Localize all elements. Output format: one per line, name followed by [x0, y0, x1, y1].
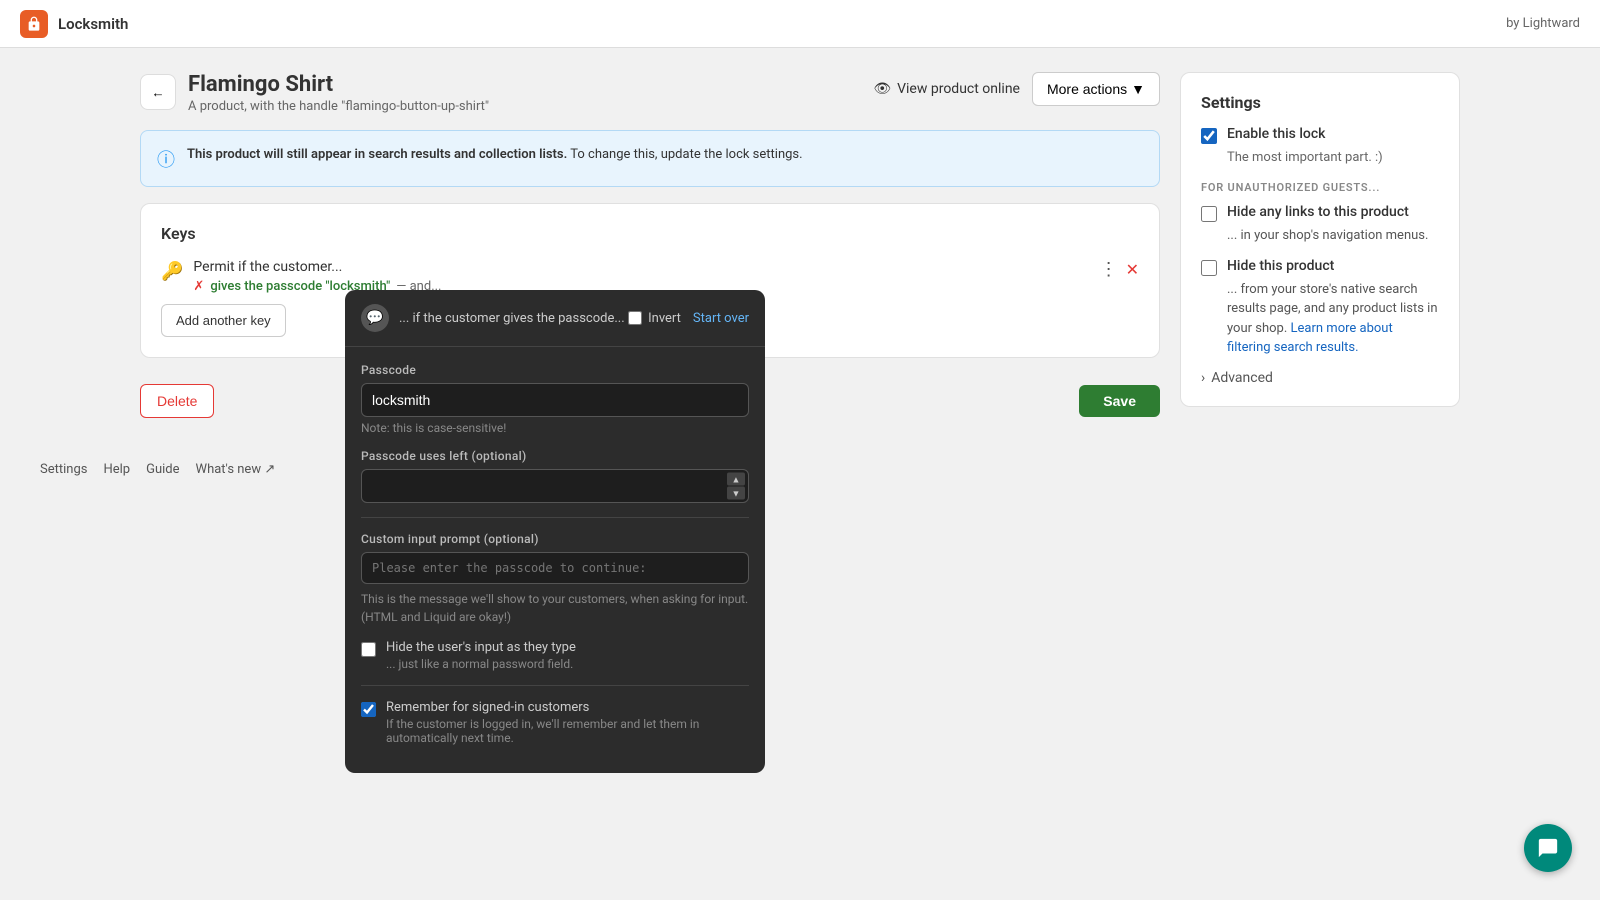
page-header: ← Flamingo Shirt A product, with the han… [140, 72, 1160, 114]
key-icon: 🔑 [161, 261, 183, 282]
popup-condition-text: ... if the customer gives the passcode..… [399, 311, 625, 326]
add-key-button[interactable]: Add another key [161, 304, 286, 337]
prompt-field-label: Custom input prompt (optional) [361, 532, 749, 546]
eye-icon: 👁 [873, 81, 891, 97]
hide-product-sub: ... from your store's native search resu… [1227, 280, 1439, 358]
enable-lock-label: Enable this lock [1227, 126, 1325, 142]
left-column: ← Flamingo Shirt A product, with the han… [140, 72, 1160, 418]
remember-checkbox[interactable] [361, 702, 376, 717]
prompt-desc: This is the message we'll show to your c… [361, 590, 749, 626]
lock-icon [26, 16, 42, 32]
chat-button[interactable] [1524, 824, 1572, 872]
footer: Settings Help Guide What's new ↗ [0, 442, 1600, 497]
hide-input-sublabel: ... just like a normal password field. [386, 657, 576, 671]
spinner-buttons: ▲ ▼ [727, 473, 745, 500]
page-header-right: 👁 View product online More actions ▼ [873, 72, 1160, 106]
enable-lock-sub: The most important part. :) [1227, 150, 1439, 165]
enable-lock-row: Enable this lock [1201, 126, 1439, 144]
enable-lock-checkbox[interactable] [1201, 128, 1217, 144]
section-divider-2 [361, 685, 749, 686]
back-arrow-icon: ← [151, 85, 164, 100]
footer-help-link[interactable]: Help [103, 462, 130, 477]
x-icon: ✗ [193, 279, 204, 294]
key-remove-icon[interactable]: ✕ [1126, 260, 1139, 279]
alert-text: This product will still appear in search… [187, 145, 803, 165]
hide-product-checkbox[interactable] [1201, 260, 1217, 276]
topbar-left: Locksmith [20, 10, 128, 38]
page-title: Flamingo Shirt [188, 72, 489, 97]
advanced-row[interactable]: › Advanced [1201, 370, 1439, 386]
keys-title: Keys [161, 224, 1139, 243]
hide-links-sub: ... in your shop's navigation menus. [1227, 226, 1439, 246]
popup-body: Passcode Note: this is case-sensitive! P… [345, 347, 765, 773]
page-subtitle: A product, with the handle "flamingo-but… [188, 99, 489, 114]
chevron-right-icon: › [1201, 370, 1205, 386]
popup-header-right: Invert Start over [628, 311, 749, 326]
uses-field-label: Passcode uses left (optional) [361, 449, 749, 463]
keys-card: Keys 🔑 Permit if the customer... ✗ gives… [140, 203, 1160, 358]
spinner-up-button[interactable]: ▲ [727, 473, 745, 486]
remember-sublabel: If the customer is logged in, we'll reme… [386, 717, 749, 745]
popup-header: 💬 ... if the customer gives the passcode… [345, 290, 765, 347]
chevron-down-icon: ▼ [1131, 81, 1145, 97]
alert-banner: ⓘ This product will still appear in sear… [140, 130, 1160, 187]
passcode-popup: 💬 ... if the customer gives the passcode… [345, 290, 765, 773]
settings-card: Settings Enable this lock The most impor… [1180, 72, 1460, 407]
passcode-input[interactable] [361, 383, 749, 417]
prompt-input[interactable] [361, 552, 749, 584]
hide-input-checkbox[interactable] [361, 642, 376, 657]
topbar: Locksmith by Lightward [0, 0, 1600, 48]
app-title: Locksmith [58, 15, 128, 33]
start-over-link[interactable]: Start over [693, 311, 749, 326]
hide-product-label: Hide this product [1227, 258, 1334, 274]
for-unauthorized-label: For unauthorized guests... [1201, 181, 1439, 194]
uses-input[interactable] [361, 469, 749, 503]
page-title-group: Flamingo Shirt A product, with the handl… [188, 72, 489, 114]
uses-input-wrapper: ▲ ▼ [361, 469, 749, 503]
external-link-icon: ↗ [264, 462, 275, 477]
hide-links-checkbox[interactable] [1201, 206, 1217, 222]
hide-input-label: Hide the user's input as they type [386, 640, 576, 655]
advanced-label: Advanced [1211, 370, 1273, 386]
topbar-by: by Lightward [1506, 16, 1580, 31]
app-logo [20, 10, 48, 38]
hide-links-row: Hide any links to this product [1201, 204, 1439, 222]
spinner-down-button[interactable]: ▼ [727, 487, 745, 500]
settings-title: Settings [1201, 93, 1439, 112]
footer-whats-new-link[interactable]: What's new ↗ [196, 462, 276, 477]
footer-settings-link[interactable]: Settings [40, 462, 87, 477]
section-divider [361, 517, 749, 518]
save-button[interactable]: Save [1079, 385, 1160, 417]
key-row: 🔑 Permit if the customer... ✗ gives the … [161, 259, 1139, 294]
page-header-left: ← Flamingo Shirt A product, with the han… [140, 72, 489, 114]
passcode-note: Note: this is case-sensitive! [361, 421, 749, 435]
main-layout: ← Flamingo Shirt A product, with the han… [100, 48, 1500, 442]
key-condition-text: Permit if the customer... [193, 259, 1089, 275]
delete-button[interactable]: Delete [140, 384, 214, 418]
remember-label-group: Remember for signed-in customers If the … [386, 700, 749, 745]
hide-product-row: Hide this product [1201, 258, 1439, 276]
remember-label: Remember for signed-in customers [386, 700, 749, 715]
invert-label: Invert [628, 311, 681, 326]
key-more-icon[interactable]: ⋮ [1100, 259, 1118, 280]
back-button[interactable]: ← [140, 74, 176, 110]
passcode-field-label: Passcode [361, 363, 749, 377]
remember-row: Remember for signed-in customers If the … [361, 700, 749, 745]
info-icon: ⓘ [157, 146, 175, 172]
hide-links-label: Hide any links to this product [1227, 204, 1409, 220]
invert-checkbox[interactable] [628, 311, 642, 325]
more-actions-button[interactable]: More actions ▼ [1032, 72, 1160, 106]
view-product-button[interactable]: 👁 View product online [873, 81, 1020, 97]
hide-input-row: Hide the user's input as they type ... j… [361, 640, 749, 671]
hide-input-label-group: Hide the user's input as they type ... j… [386, 640, 576, 671]
chat-bubble-icon: 💬 [361, 304, 389, 332]
key-actions: ⋮ ✕ [1100, 259, 1139, 280]
right-column: Settings Enable this lock The most impor… [1180, 72, 1460, 418]
chat-icon [1537, 837, 1559, 859]
key-content: Permit if the customer... ✗ gives the pa… [193, 259, 1089, 294]
popup-header-left: 💬 ... if the customer gives the passcode… [361, 304, 625, 332]
footer-guide-link[interactable]: Guide [146, 462, 179, 477]
